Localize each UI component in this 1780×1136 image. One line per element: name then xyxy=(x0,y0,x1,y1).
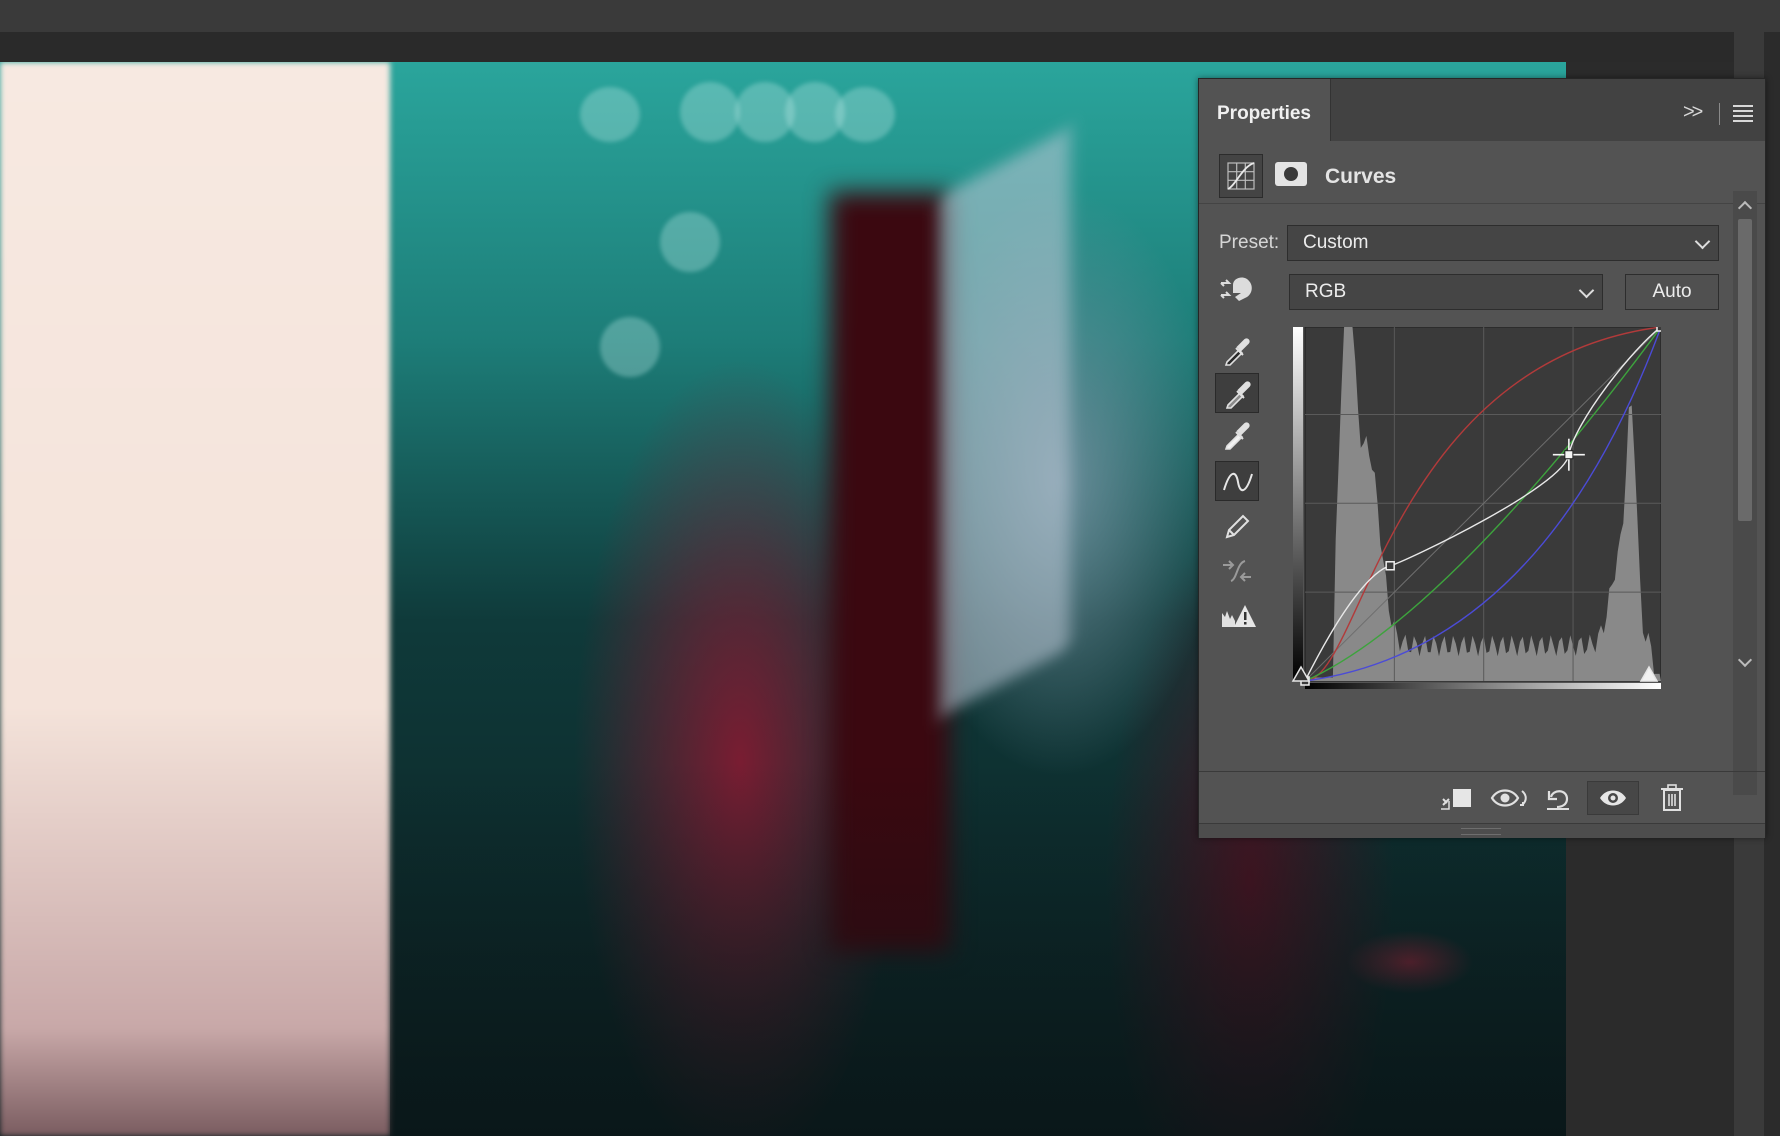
grip-lines xyxy=(1461,828,1501,835)
eyedropper-black-icon xyxy=(1224,338,1250,366)
crosshair-point xyxy=(1564,450,1574,460)
double-chevron-right-icon[interactable]: >> xyxy=(1683,101,1703,124)
view-previous-state-icon[interactable] xyxy=(1489,781,1529,815)
panel-scroll-thumb[interactable] xyxy=(1738,219,1752,521)
document-tab-strip xyxy=(0,32,1734,63)
clipping-warning-tool[interactable] xyxy=(1215,597,1259,637)
curves-graph[interactable] xyxy=(1293,327,1661,689)
preset-dropdown[interactable]: Custom xyxy=(1287,225,1719,261)
canvas-image-bokeh xyxy=(580,87,640,142)
properties-tab[interactable]: Properties xyxy=(1199,79,1331,141)
curve-control-point[interactable] xyxy=(1656,327,1661,332)
mask-icon[interactable] xyxy=(1273,159,1309,189)
header-divider xyxy=(1719,103,1720,125)
clipping-warning-icon xyxy=(1222,605,1256,627)
panel-resize-grip[interactable] xyxy=(1199,823,1765,838)
canvas-image-bokeh xyxy=(660,212,720,272)
canvas-image-bokeh xyxy=(600,317,660,377)
canvas-image-bokeh xyxy=(835,87,895,142)
app-top-bar xyxy=(0,0,1780,32)
eyedropper-black-tool[interactable] xyxy=(1215,331,1259,371)
trash-icon[interactable] xyxy=(1653,781,1693,815)
canvas-image-bokeh xyxy=(680,82,740,142)
reset-icon[interactable] xyxy=(1539,781,1579,815)
eyedropper-gray-tool[interactable] xyxy=(1215,373,1259,413)
eye-icon[interactable] xyxy=(1587,781,1639,815)
hamburger-menu-icon[interactable] xyxy=(1733,105,1753,122)
pencil-tool[interactable] xyxy=(1215,507,1259,547)
canvas-image-left-wall xyxy=(0,62,390,1136)
output-gradient-bar xyxy=(1293,327,1303,681)
adjustment-title: Curves xyxy=(1325,165,1397,188)
channel-value: RGB xyxy=(1305,281,1347,302)
smooth-curve-tool xyxy=(1215,551,1259,591)
input-gradient-bar xyxy=(1305,683,1661,689)
input-level-sliders[interactable] xyxy=(1289,659,1669,683)
eyedropper-white-tool[interactable] xyxy=(1215,415,1259,455)
eyedropper-white-icon xyxy=(1224,422,1250,450)
curve-points-icon xyxy=(1223,472,1253,492)
curve-control-point[interactable] xyxy=(1385,561,1395,571)
clip-to-layer-icon[interactable] xyxy=(1437,781,1477,815)
hand-adjust-icon[interactable] xyxy=(1219,271,1259,307)
preset-label: Preset: xyxy=(1219,232,1280,253)
eyedropper-gray-icon xyxy=(1225,381,1251,409)
channel-dropdown[interactable]: RGB xyxy=(1289,274,1603,310)
smooth-curve-icon xyxy=(1223,560,1251,582)
chevron-down-icon xyxy=(1578,282,1595,299)
black-input-slider[interactable] xyxy=(1291,665,1311,682)
curve-points-tool[interactable] xyxy=(1215,461,1259,501)
curves-layer-icon[interactable] xyxy=(1219,154,1263,198)
pencil-icon xyxy=(1225,514,1250,539)
preset-value: Custom xyxy=(1303,232,1369,253)
auto-button[interactable]: Auto xyxy=(1625,274,1719,310)
panel-footer-divider xyxy=(1199,771,1765,772)
properties-panel: Properties >> Curves Preset: Custom RGB … xyxy=(1198,78,1766,838)
canvas-image-window xyxy=(940,127,1070,717)
workspace-edge xyxy=(1764,32,1780,1136)
white-input-slider[interactable] xyxy=(1639,665,1659,682)
chevron-down-icon xyxy=(1694,233,1711,250)
panel-header: Properties >> xyxy=(1199,79,1765,141)
